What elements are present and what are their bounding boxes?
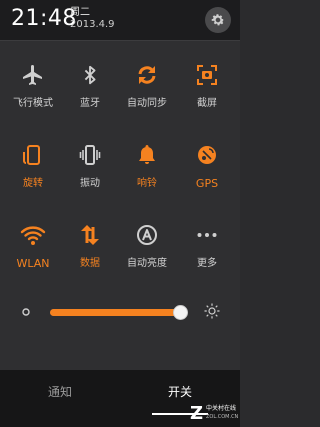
date-block: 周二 2013.4.9 (70, 7, 115, 31)
watermark-logo: Z (190, 403, 204, 424)
quick-toggles-panel: 飞行模式 蓝牙 自动同步 截屏 旋转 振动 响铃 GPS WLAN 数据 自动亮… (0, 40, 240, 371)
screenshot-icon (194, 62, 220, 88)
toggle-more[interactable]: 更多 (177, 213, 237, 289)
brightness-slider[interactable] (50, 305, 188, 320)
tab-notifications[interactable]: 通知 (0, 370, 120, 413)
toggle-gps[interactable]: GPS (177, 133, 237, 209)
toggle-bluetooth[interactable]: 蓝牙 (60, 53, 120, 129)
toggle-autosync[interactable]: 自动同步 (117, 53, 177, 129)
more-icon (194, 222, 220, 248)
toggle-label: 蓝牙 (80, 98, 100, 109)
toggle-airplane[interactable]: 飞行模式 (3, 53, 63, 129)
toggle-label: 截屏 (197, 98, 217, 109)
auto-brightness-icon (134, 222, 160, 248)
toggle-ringer[interactable]: 响铃 (117, 133, 177, 209)
toggle-label: 数据 (80, 258, 100, 269)
sync-icon (134, 62, 160, 88)
bluetooth-icon (77, 62, 103, 88)
gear-icon (211, 14, 225, 26)
toggle-grid: 飞行模式 蓝牙 自动同步 截屏 旋转 振动 响铃 GPS WLAN 数据 自动亮… (0, 53, 240, 293)
toggle-wlan[interactable]: WLAN (3, 213, 63, 289)
toggle-label: 振动 (80, 178, 100, 189)
vibrate-icon (77, 142, 103, 168)
wifi-icon (20, 222, 46, 248)
toggle-vibrate[interactable]: 振动 (60, 133, 120, 209)
brightness-slider-row (0, 297, 240, 327)
rotate-icon (20, 142, 46, 168)
watermark-url: ZOL.COM.CN (206, 414, 239, 420)
watermark-text: 中关村在线 (206, 405, 237, 412)
toggle-label: GPS (195, 177, 219, 190)
settings-button[interactable] (205, 7, 231, 33)
date: 2013.4.9 (70, 19, 115, 30)
toggle-auto-brightness[interactable]: 自动亮度 (117, 213, 177, 289)
toggle-rotate[interactable]: 旋转 (3, 133, 63, 209)
brightness-handle[interactable] (172, 305, 188, 320)
airplane-icon (20, 62, 46, 88)
toggle-row-3: WLAN 数据 自动亮度 更多 (0, 213, 240, 293)
toggle-row-1: 飞行模式 蓝牙 自动同步 截屏 (0, 53, 240, 133)
toggle-label: 旋转 (23, 178, 43, 189)
watermark: Z 中关村在线 ZOL.COM.CN (190, 402, 240, 426)
toggle-data[interactable]: 数据 (60, 213, 120, 289)
gps-icon (194, 142, 220, 168)
toggle-label: 更多 (197, 258, 217, 269)
brightness-icon (204, 303, 220, 319)
toggle-label: 自动亮度 (127, 258, 167, 269)
toggle-row-2: 旋转 振动 响铃 GPS (0, 133, 240, 213)
toggle-label: 自动同步 (127, 98, 167, 109)
toggle-label: 响铃 (137, 178, 157, 189)
status-bar: 21:48 周二 2013.4.9 (0, 0, 240, 40)
toggle-label: 飞行模式 (13, 98, 53, 109)
toggle-label: WLAN (16, 257, 50, 270)
toggle-screenshot[interactable]: 截屏 (177, 53, 237, 129)
data-icon (77, 222, 103, 248)
brightness-fill (50, 309, 179, 316)
clock: 21:48 (11, 6, 77, 31)
weekday: 周二 (70, 7, 90, 18)
bell-icon (134, 142, 160, 168)
dim-icon (22, 308, 30, 316)
